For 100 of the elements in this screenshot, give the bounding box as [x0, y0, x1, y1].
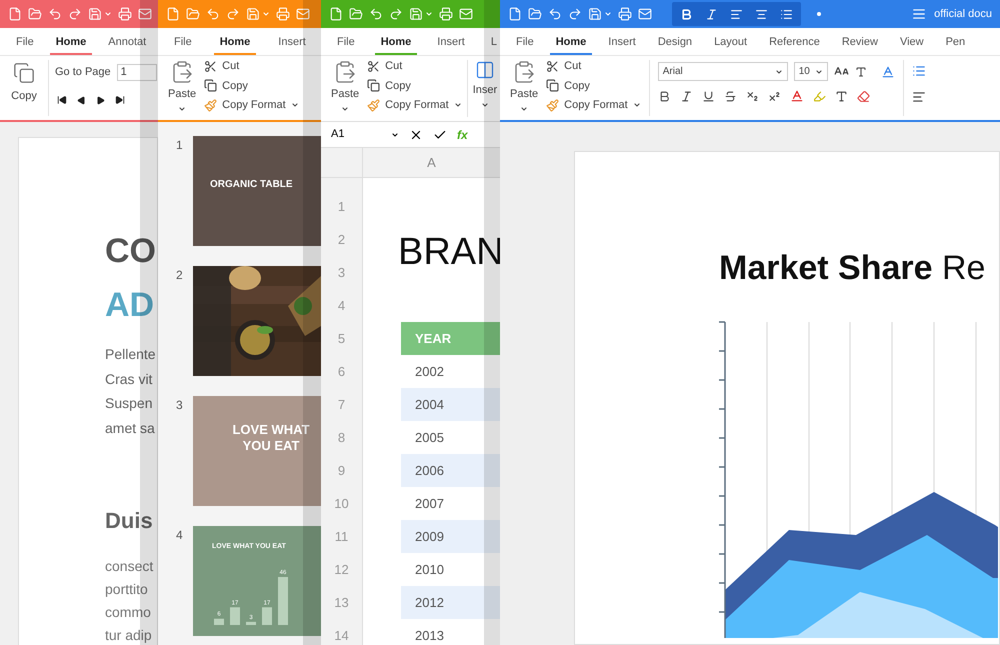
align-left-icon[interactable] — [912, 90, 926, 104]
new-document-icon[interactable] — [8, 7, 22, 21]
slide-title: ORGANIC TABLE — [210, 179, 293, 190]
mail-icon[interactable] — [138, 7, 152, 21]
caret-icon — [814, 68, 823, 76]
ribbon-tab[interactable]: File — [10, 31, 40, 55]
ribbon-tab[interactable]: View — [894, 31, 930, 55]
ribbon-tab[interactable]: Insert — [272, 31, 312, 55]
new-document-icon[interactable] — [166, 7, 180, 21]
undo-icon[interactable] — [48, 7, 62, 21]
bullet-list-icon[interactable] — [912, 64, 926, 78]
ribbon-tab[interactable]: Review — [836, 31, 884, 55]
copy-icon — [204, 79, 218, 92]
caret-icon — [178, 104, 186, 112]
ribbon-tab[interactable]: Design — [652, 31, 698, 55]
ribbon-tab[interactable]: File — [510, 31, 540, 55]
save-icon[interactable] — [588, 7, 602, 21]
ribbon-tab[interactable]: Reference — [763, 31, 826, 55]
body-text: Suspen — [105, 394, 154, 413]
redo-icon[interactable] — [389, 7, 403, 21]
print-icon[interactable] — [118, 7, 132, 21]
undo-icon[interactable] — [369, 7, 383, 21]
copy-button[interactable]: Copy — [367, 78, 462, 94]
ribbon-tab[interactable]: File — [331, 31, 361, 55]
insert-button[interactable]: Inser — [472, 56, 498, 121]
copy-format-button[interactable]: Copy Format — [546, 97, 641, 114]
slide-thumbnail[interactable]: ORGANIC TABLE — [193, 136, 321, 246]
superscript-icon[interactable] — [768, 90, 781, 102]
italic-icon[interactable] — [705, 8, 718, 20]
table-header-cell: YEAR — [401, 322, 500, 355]
highlighter-icon[interactable] — [812, 90, 826, 102]
italic-icon[interactable] — [680, 90, 693, 102]
paste-button[interactable]: Paste — [510, 56, 538, 112]
save-icon[interactable] — [246, 7, 260, 21]
caret-icon[interactable] — [104, 10, 112, 18]
document-menu-icon[interactable] — [912, 7, 926, 21]
subscript-icon[interactable] — [746, 90, 759, 102]
new-document-icon[interactable] — [329, 7, 343, 21]
open-folder-icon[interactable] — [349, 7, 363, 21]
mail-icon[interactable] — [296, 7, 310, 21]
last-page-icon[interactable] — [115, 95, 125, 105]
row-number: 13 — [333, 594, 350, 612]
body-text: Cras vit — [105, 370, 154, 388]
font-name-field[interactable]: Arial — [658, 62, 788, 81]
ribbon-tab[interactable]: Layout — [708, 31, 754, 55]
cell-reference-field[interactable]: A1 — [331, 126, 399, 143]
font-color-icon[interactable] — [790, 89, 804, 103]
page-number-field[interactable]: 1 — [116, 64, 157, 81]
paste-button[interactable]: Paste — [168, 56, 196, 112]
print-icon[interactable] — [618, 7, 632, 21]
paste-button[interactable]: Paste — [331, 56, 360, 112]
ribbon-tab[interactable]: Pen — [940, 31, 972, 55]
copy-format-button[interactable]: Copy Format — [367, 97, 462, 114]
copy-button[interactable]: Copy — [0, 56, 48, 120]
copy-button[interactable]: Copy — [204, 78, 299, 94]
undo-icon[interactable] — [548, 7, 562, 21]
redo-icon[interactable] — [226, 7, 240, 21]
strikethrough-icon[interactable] — [724, 90, 737, 102]
cut-button[interactable]: Cut — [546, 58, 641, 74]
copy-format-button[interactable]: Copy Format — [204, 97, 299, 114]
font-size-field[interactable]: 10 — [794, 62, 828, 81]
row-number: 3 — [336, 264, 346, 282]
cut-button[interactable]: Cut — [367, 58, 462, 74]
next-page-icon[interactable] — [96, 96, 105, 104]
caret-icon[interactable] — [262, 10, 270, 18]
ribbon-tab[interactable]: L — [484, 31, 500, 55]
row-number: 14 — [333, 627, 350, 645]
clear-format-icon[interactable] — [856, 90, 870, 102]
bold-icon[interactable] — [658, 90, 671, 102]
copy-button[interactable]: Copy — [546, 78, 641, 94]
bold-icon[interactable] — [680, 8, 693, 20]
open-folder-icon[interactable] — [528, 7, 542, 21]
list-icon[interactable] — [780, 8, 793, 20]
align-left-icon[interactable] — [730, 8, 743, 20]
caret-icon[interactable] — [604, 10, 612, 18]
ribbon-tab[interactable]: Insert — [602, 31, 642, 55]
save-icon[interactable] — [88, 7, 102, 21]
cut-button[interactable]: Cut — [204, 58, 299, 74]
print-icon[interactable] — [276, 7, 290, 21]
underline-icon[interactable] — [702, 90, 715, 102]
align-center-icon[interactable] — [755, 8, 768, 20]
print-icon[interactable] — [439, 7, 453, 21]
redo-icon[interactable] — [68, 7, 82, 21]
ribbon-tab[interactable]: File — [168, 31, 198, 55]
ribbon-tab[interactable]: Insert — [431, 31, 471, 55]
mail-icon[interactable] — [459, 7, 473, 21]
save-icon[interactable] — [409, 7, 423, 21]
ribbon-tab[interactable]: Annotat — [102, 31, 152, 55]
new-document-icon[interactable] — [508, 7, 522, 21]
redo-icon[interactable] — [568, 7, 582, 21]
open-folder-icon[interactable] — [28, 7, 42, 21]
slide-number: 1 — [176, 137, 183, 154]
caret-icon — [520, 104, 528, 112]
open-folder-icon[interactable] — [186, 7, 200, 21]
mail-icon[interactable] — [638, 7, 652, 21]
caret-icon[interactable] — [425, 10, 433, 18]
body-text: commo — [105, 603, 152, 622]
undo-icon[interactable] — [206, 7, 220, 21]
first-page-icon[interactable] — [57, 95, 67, 105]
previous-page-icon[interactable] — [77, 96, 86, 104]
